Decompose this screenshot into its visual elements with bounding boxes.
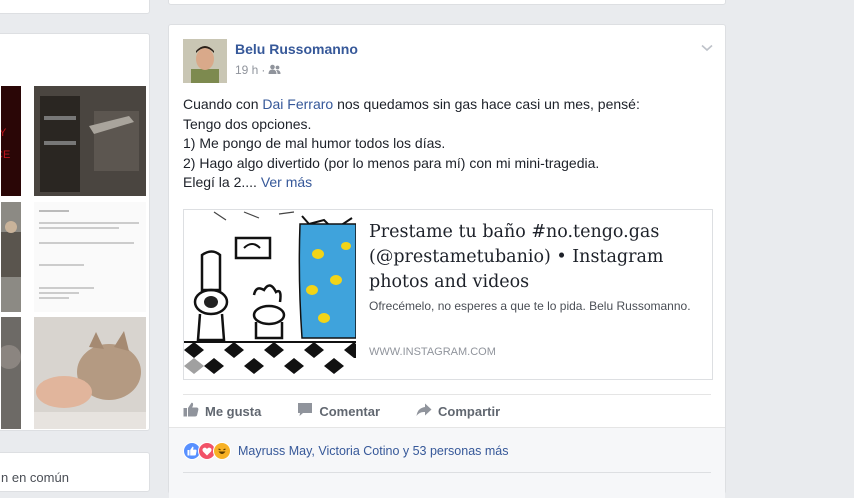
reactions-bar: Mayruss May, Victoria Cotino y 53 person…: [169, 427, 725, 498]
photo-thumbnail-2[interactable]: [34, 86, 146, 196]
link-preview-title[interactable]: Prestame tu baño #no.tengo.gas (@prestam…: [369, 220, 704, 295]
svg-text:Y: Y: [1, 127, 7, 139]
shared-link-preview[interactable]: Prestame tu baño #no.tengo.gas (@prestam…: [183, 209, 713, 380]
previous-post-card: [168, 0, 726, 5]
reactions-summary[interactable]: Mayruss May, Victoria Cotino y 53 person…: [183, 442, 508, 460]
post-card: Belu Russomanno 19 h · Cuando con Dai Fe…: [168, 24, 726, 498]
chevron-down-icon[interactable]: [701, 39, 713, 57]
left-bottom-card: n en común: [0, 452, 150, 492]
haha-reaction-icon: [213, 442, 231, 460]
svg-text:CE: CE: [1, 149, 10, 161]
link-preview-image[interactable]: [184, 210, 356, 379]
author-name[interactable]: Belu Russomanno: [235, 41, 358, 57]
see-more-link[interactable]: Ver más: [261, 174, 312, 190]
photo-thumbnail-3[interactable]: [1, 202, 21, 312]
comment-label: Comentar: [319, 403, 381, 419]
photos-card: Y CE: [0, 33, 150, 431]
link-preview-domain: WWW.INSTAGRAM.COM: [369, 346, 496, 358]
left-top-card: [0, 0, 150, 14]
photo-thumbnail-4[interactable]: [34, 202, 146, 312]
thumbs-up-icon: [183, 402, 199, 420]
comments-divider: [183, 472, 711, 473]
comment-button[interactable]: Comentar: [297, 402, 380, 420]
meta-separator: ·: [261, 63, 266, 77]
like-label: Me gusta: [205, 403, 262, 419]
photo-thumbnail-1[interactable]: Y CE: [1, 86, 21, 196]
post-text-line-4: 2) Hago algo divertido (por lo menos par…: [183, 154, 600, 171]
author-avatar[interactable]: [183, 39, 227, 83]
photo-thumbnail-6[interactable]: [34, 317, 146, 429]
friends-privacy-icon[interactable]: [268, 63, 281, 77]
post-text: Cuando con Dai Ferraro nos quedamos sin …: [183, 95, 708, 193]
like-button[interactable]: Me gusta: [183, 402, 261, 420]
post-meta: 19 h ·: [235, 63, 281, 77]
share-button[interactable]: Compartir: [416, 402, 500, 420]
photo-thumbnail-5[interactable]: [1, 317, 21, 429]
post-timestamp[interactable]: 19 h: [235, 63, 258, 77]
comment-icon: [297, 402, 313, 420]
post-actions: Me gusta Comentar Compartir: [183, 402, 536, 420]
reactions-text[interactable]: Mayruss May, Victoria Cotino y 53 person…: [238, 444, 508, 458]
share-label: Compartir: [438, 403, 501, 419]
link-preview-description: Ofrecémelo, no esperes a que te lo pida.…: [369, 299, 691, 313]
share-arrow-icon: [416, 403, 432, 420]
divider: [183, 394, 711, 395]
tagged-friend-link[interactable]: Dai Ferraro: [262, 96, 333, 112]
post-text-line-5: Elegí la 2.... Ver más: [183, 174, 313, 190]
post-text-line-3: 1) Me pongo de mal humor todos los días.: [183, 135, 446, 151]
post-text-line-1: Cuando con Dai Ferraro nos quedamos sin …: [183, 96, 640, 112]
post-text-line-2: Tengo dos opciones.: [183, 115, 312, 132]
